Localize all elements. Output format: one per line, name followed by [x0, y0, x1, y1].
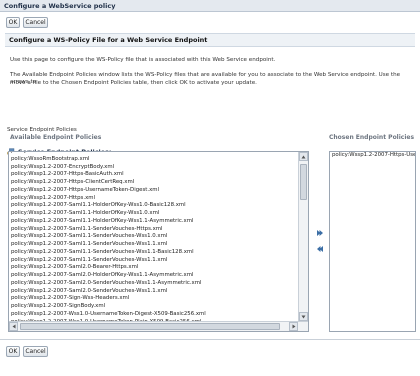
list-item[interactable]: policy:WssoRmBootstrap.xml — [10, 156, 297, 164]
scroll-left-button[interactable] — [9, 322, 18, 331]
list-item[interactable]: policy:Wssp1.2-2007-Saml1.1-SenderVouche… — [10, 257, 297, 265]
list-item[interactable]: policy:Wssp1.2-2007-Saml1.1-HolderOfKey-… — [10, 202, 297, 210]
available-policies-list[interactable]: policy:Wssc-sct.xml policy:WssoRmBootstra… — [8, 151, 309, 332]
scroll-up-button[interactable] — [299, 152, 308, 161]
list-item[interactable]: policy:Wssp1.2-2007-Saml2.0-Bearer-Https… — [10, 264, 297, 272]
window-titlebar: Configure a WebService policy — [0, 0, 420, 12]
move-left-button[interactable] — [316, 245, 324, 253]
list-item[interactable]: policy:Wssp1.2-2007-Saml2.0-SenderVouche… — [10, 288, 297, 296]
list-item[interactable]: policy:Wssp1.2-2007-Saml1.1-HolderOfKey-… — [10, 218, 297, 226]
cancel-button-top[interactable]: Cancel — [23, 17, 48, 28]
list-item[interactable]: policy:Wssp1.2-2007-Sign-Wss-Headers.xml — [10, 295, 297, 303]
cancel-button-top-label: Cancel — [25, 19, 46, 26]
list-item[interactable]: policy:Wssp1.2-2007-Https-BasicAuth.xml — [10, 171, 297, 179]
intro-line-1: Use this page to configure the WS-Policy… — [10, 57, 276, 63]
list-item[interactable]: policy:Wssp1.2-2007-Https.xml — [10, 195, 297, 203]
available-vertical-scrollbar[interactable] — [298, 152, 308, 321]
list-item[interactable]: policy:Wssp1.2-2007-Https-ClientCertReq.… — [10, 179, 297, 187]
bottom-divider — [0, 339, 420, 340]
list-item[interactable]: policy:Wssp1.2-2007-Https-Use — [331, 152, 415, 160]
chosen-policies-list[interactable]: policy:Wssp1.2-2007-Https-Use — [329, 151, 416, 332]
page-title: Configure a WS-Policy File for a Web Ser… — [9, 36, 208, 44]
list-item[interactable]: policy:Wssp1.2-2007-Saml2.0-SenderVouche… — [10, 280, 297, 288]
section-label: Service Endpoint Policies — [7, 127, 77, 133]
move-right-button[interactable] — [316, 229, 324, 237]
list-item[interactable]: policy:Wssp1.2-2007-Saml1.1-SenderVouche… — [10, 226, 297, 234]
list-item[interactable]: policy:Wssp1.2-2007-Saml1.1-SenderVouche… — [10, 249, 297, 257]
ok-button-top-label: OK — [8, 19, 18, 26]
ok-button-bottom[interactable]: OK — [6, 346, 20, 357]
list-item[interactable]: policy:Wssp1.2-2007-Saml2.0-HolderOfKey-… — [10, 272, 297, 280]
available-horizontal-scrollbar[interactable] — [9, 321, 308, 331]
scroll-right-icon — [292, 324, 295, 329]
move-right-arrow-icon — [317, 230, 323, 236]
vertical-scroll-thumb[interactable] — [300, 164, 307, 200]
list-item[interactable]: policy:Wssp1.2-2007-EncryptBody.xml — [10, 164, 297, 172]
move-left-arrow-icon — [317, 246, 323, 252]
scroll-down-button[interactable] — [299, 312, 308, 321]
list-item[interactable]: policy:Wssp1.2-2007-Saml1.1-HolderOfKey-… — [10, 210, 297, 218]
page-header: Configure a WS-Policy File for a Web Ser… — [5, 33, 415, 47]
scroll-left-icon — [12, 324, 15, 329]
horizontal-scroll-thumb[interactable] — [20, 323, 280, 330]
available-policies-items: policy:Wssc-sct.xml policy:WssoRmBootstra… — [10, 152, 297, 331]
window-title: Configure a WebService policy — [4, 2, 116, 10]
ok-button-bottom-label: OK — [8, 348, 18, 355]
ok-button-top[interactable]: OK — [6, 17, 20, 28]
scroll-down-icon — [301, 315, 306, 318]
chosen-policies-items: policy:Wssp1.2-2007-Https-Use — [331, 152, 415, 160]
intro-line-3: move a file to the Chosen Endpoint Polic… — [10, 80, 257, 86]
list-item[interactable]: policy:Wssp1.2-2007-Saml1.1-SenderVouche… — [10, 233, 297, 241]
list-item[interactable]: policy:Wssp1.2-2007-Saml1.1-SenderVouche… — [10, 241, 297, 249]
scroll-right-button[interactable] — [289, 322, 298, 331]
list-item[interactable]: policy:Wssp1.2-2007-Wss1.0-UsernameToken… — [10, 311, 297, 319]
list-item[interactable]: policy:Wssp1.2-2007-SignBody.xml — [10, 303, 297, 311]
cancel-button-bottom[interactable]: Cancel — [23, 346, 48, 357]
cancel-button-bottom-label: Cancel — [25, 348, 46, 355]
scroll-up-icon — [301, 155, 306, 158]
list-item[interactable]: policy:Wssp1.2-2007-Https-UsernameToken-… — [10, 187, 297, 195]
chosen-label: Chosen Endpoint Policies — [329, 134, 415, 141]
available-label: Available Endpoint Policies — [10, 134, 102, 141]
